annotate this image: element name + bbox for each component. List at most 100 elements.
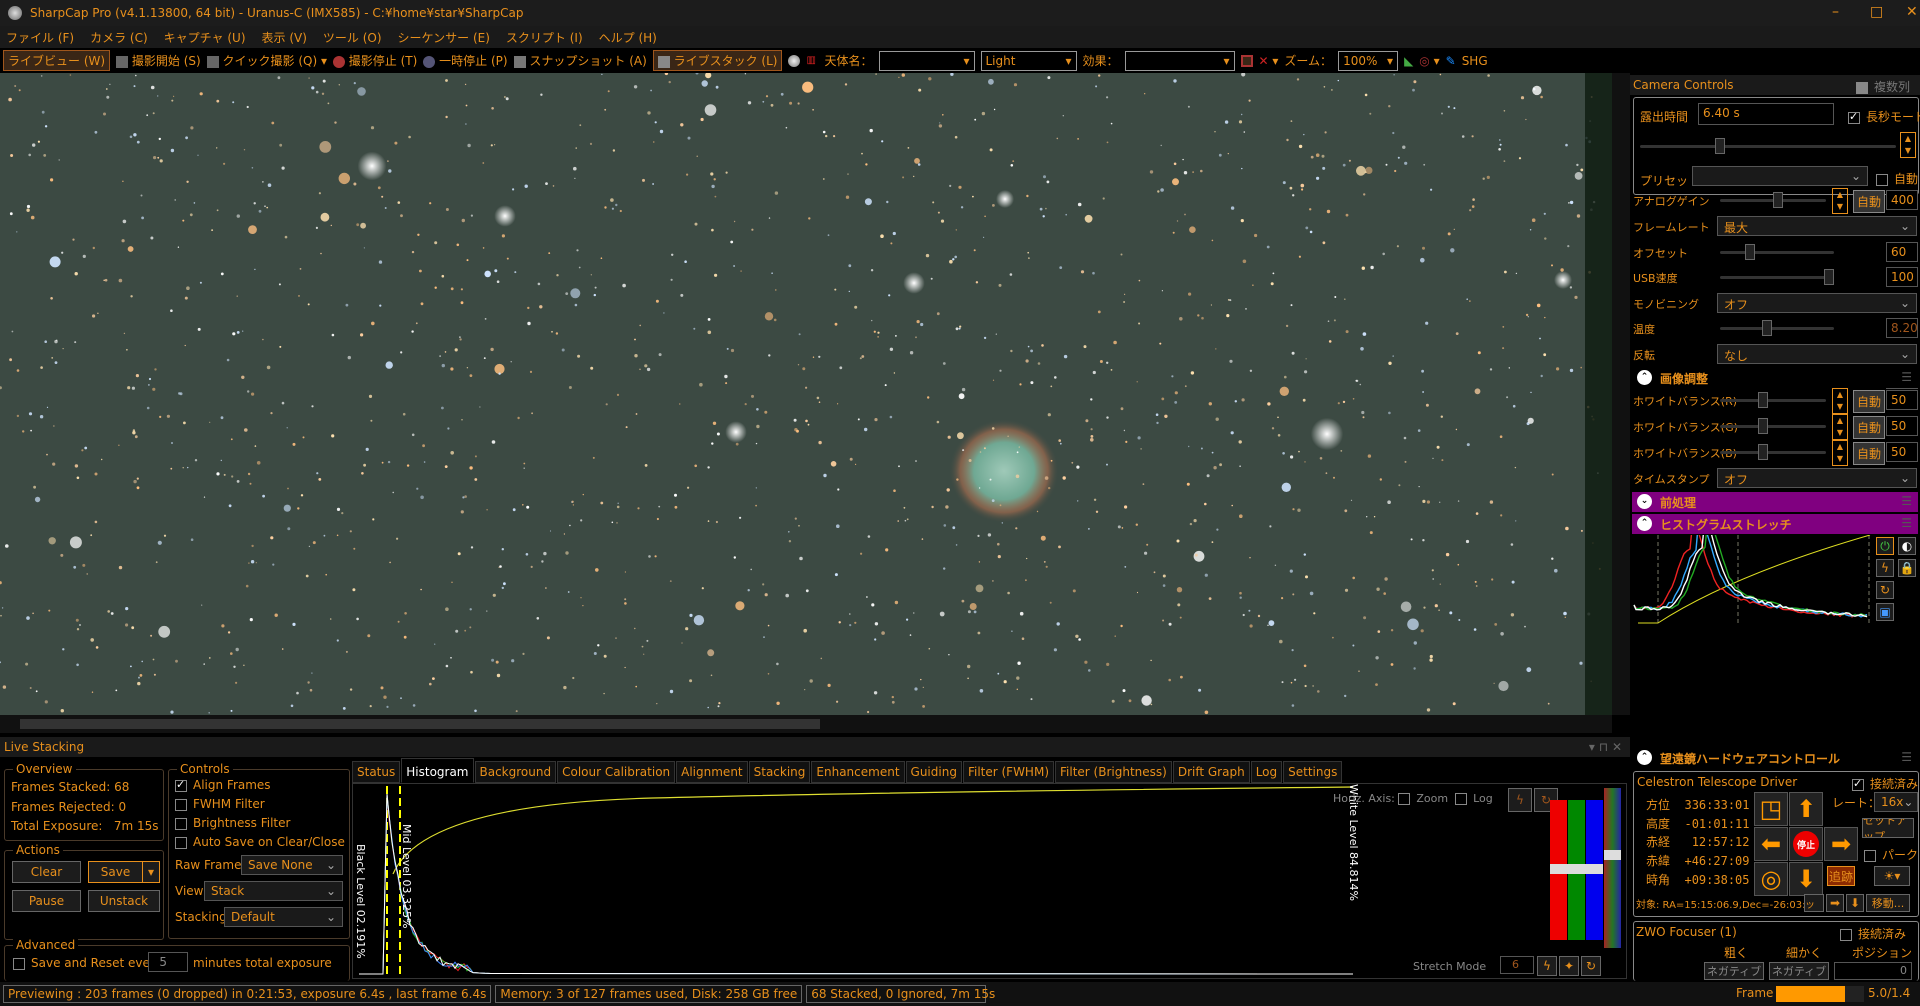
rate-select[interactable]: 16x <box>1874 792 1918 812</box>
telescope-connected-checkbox[interactable]: 接続済み <box>1852 775 1918 792</box>
image-preview[interactable] <box>0 73 1612 715</box>
start-capture-button[interactable]: 撮影開始 (S) <box>116 52 201 69</box>
wb_g-value[interactable]: 50 <box>1886 416 1918 436</box>
minimize-button[interactable]: – <box>1832 4 1839 20</box>
effect-select[interactable]: ▾ <box>1124 50 1235 71</box>
panel-close-icon[interactable]: ▾ ⊓ ✕ <box>1589 740 1622 754</box>
flip-select[interactable]: なし <box>1717 344 1917 364</box>
stop-button[interactable]: 停止 <box>1789 827 1823 861</box>
ini-icon[interactable]: ▥ <box>806 55 818 67</box>
tab-enhancement[interactable]: Enhancement <box>811 761 905 783</box>
zoom-select[interactable]: 100% ▾ <box>1338 50 1399 71</box>
zoom-checkbox[interactable] <box>1398 793 1411 805</box>
multi-column-checkbox[interactable]: 複数列 <box>1874 80 1910 94</box>
preprocess-header[interactable]: ⌄ 前処理 ☰ <box>1632 492 1918 512</box>
wb_b-auto-button[interactable]: 自動 <box>1853 442 1886 465</box>
reset-icon[interactable]: ↻ <box>1876 581 1894 599</box>
fwhm-filter-checkbox[interactable]: FWHM Filter <box>175 797 265 811</box>
preset-auto-checkbox[interactable]: 自動 <box>1876 170 1918 187</box>
clear-button[interactable]: Clear <box>12 861 81 883</box>
gain-spinner[interactable]: ▲ ▼ <box>1832 188 1848 214</box>
fine-negative-button[interactable]: ネガティブ <box>1769 962 1829 980</box>
save-icon[interactable]: ▣ <box>1876 603 1894 621</box>
lightning-icon[interactable]: ϟ <box>1876 559 1894 577</box>
tab-status[interactable]: Status <box>352 761 401 783</box>
binning-select[interactable]: オフ <box>1717 293 1917 313</box>
move-button[interactable]: 移動... <box>1866 894 1910 912</box>
framerate-select[interactable]: 最大 <box>1717 216 1917 236</box>
stop-capture-button[interactable]: 撮影停止 (T) <box>332 52 417 69</box>
stretch-mode-stepper[interactable]: 6 <box>1500 956 1534 974</box>
lightning-icon[interactable]: ϟ <box>1537 956 1557 976</box>
quick-capture-button[interactable]: クイック撮影 (Q) ▾ <box>206 52 327 69</box>
tab-background[interactable]: Background <box>474 761 557 783</box>
tab-histogram[interactable]: Histogram <box>401 758 474 783</box>
live-view-button[interactable]: ライブビュー (W) <box>3 50 111 71</box>
coarse-negative-button[interactable]: ネガティブ <box>1704 962 1764 980</box>
tab-filter-brightness[interactable]: Filter (Brightness) <box>1055 761 1172 783</box>
wb_r-slider[interactable] <box>1720 392 1826 408</box>
lock-icon[interactable]: 🔒 <box>1898 559 1916 577</box>
daylight-select[interactable]: ☀▾ <box>1874 866 1910 886</box>
contrast-icon[interactable]: ◐ <box>1898 537 1916 555</box>
gain-value[interactable]: 400 <box>1886 190 1918 210</box>
exposure-slider[interactable] <box>1640 138 1896 154</box>
menu-help[interactable]: ヘルプ (H) <box>599 29 657 46</box>
wb_b-slider[interactable] <box>1720 444 1826 460</box>
wb_g-spinner[interactable]: ▲ ▼ <box>1832 414 1848 440</box>
gain-slider[interactable] <box>1720 192 1826 208</box>
star-icon[interactable]: ✦ <box>1559 956 1579 976</box>
stretch-histogram[interactable] <box>1632 535 1872 625</box>
south-arrow-button[interactable]: ⬇ <box>1789 862 1823 896</box>
unstack-button[interactable]: Unstack <box>88 890 160 912</box>
focus-icon[interactable]: ◎ ▾ <box>1419 54 1439 68</box>
wb_r-value[interactable]: 50 <box>1886 390 1918 410</box>
reticle-icon[interactable] <box>1240 54 1253 67</box>
snapshot-button[interactable]: スナップショット (A) <box>513 52 647 69</box>
menu-camera[interactable]: カメラ (C) <box>90 29 148 46</box>
wb_r-spinner[interactable]: ▲ ▼ <box>1832 388 1848 414</box>
vertical-scrollbar[interactable] <box>1612 73 1630 715</box>
horizontal-scrollbar[interactable] <box>0 715 1612 733</box>
wb_b-value[interactable]: 50 <box>1886 442 1918 462</box>
level-sliders[interactable] <box>1550 788 1622 948</box>
histogram-icon[interactable]: ◣ <box>1404 54 1413 68</box>
preset-select[interactable] <box>1692 166 1868 186</box>
reset-icon[interactable]: ↻ <box>1581 956 1601 976</box>
frame-type-select[interactable]: Light ▾ <box>980 50 1077 71</box>
menu-capture[interactable]: キャプチャ (U) <box>164 29 246 46</box>
close-button[interactable]: ✕ <box>1906 4 1918 20</box>
focuser-connected-checkbox[interactable]: 接続済み <box>1840 925 1906 942</box>
gain-auto-button[interactable]: 自動 <box>1853 190 1886 213</box>
tab-guiding[interactable]: Guiding <box>905 761 962 783</box>
goto-arrow-button[interactable]: ➡ <box>1826 894 1844 912</box>
pause-button[interactable]: Pause <box>12 890 81 912</box>
wb_g-slider[interactable] <box>1720 418 1826 434</box>
tab-filter-fwhm[interactable]: Filter (FWHM) <box>962 761 1054 783</box>
spiral-search-icon[interactable]: ◳ <box>1754 792 1788 826</box>
west-arrow-button[interactable]: ⬅ <box>1754 827 1788 861</box>
view-select[interactable]: Stack <box>204 881 343 901</box>
minutes-stepper[interactable]: 5 <box>148 952 188 972</box>
wb_g-auto-button[interactable]: 自動 <box>1853 416 1886 439</box>
track-button[interactable]: 追跡 <box>1827 866 1855 886</box>
auto-stretch-icon[interactable]: ϟ <box>1508 788 1532 812</box>
raw-frames-select[interactable]: Save None <box>241 855 343 875</box>
menu-sequencer[interactable]: シーケンサー (E) <box>398 29 490 46</box>
moon-icon[interactable] <box>788 54 801 67</box>
usb-value[interactable]: 100 <box>1886 267 1918 287</box>
pause-button[interactable]: 一時停止 (P) <box>423 52 508 69</box>
tab-colour-calibration[interactable]: Colour Calibration <box>557 761 676 783</box>
brightness-filter-checkbox[interactable]: Brightness Filter <box>175 816 290 830</box>
set-button[interactable]: セット <box>1804 894 1824 912</box>
stacking-select[interactable]: Default <box>224 907 343 927</box>
long-mode-checkbox[interactable]: 長秒モード <box>1848 108 1920 125</box>
menu-file[interactable]: ファイル (F) <box>6 29 74 46</box>
menu-view[interactable]: 表示 (V) <box>262 29 307 46</box>
save-dropdown-button[interactable]: ▾ <box>142 861 160 883</box>
maximize-button[interactable]: □ <box>1870 4 1883 20</box>
offset-value[interactable]: 60 <box>1886 242 1918 262</box>
telescope-header[interactable]: ⌃ 望遠鏡ハードウェアコントロール ☰ <box>1632 748 1918 768</box>
crosshair-icon[interactable]: ✕ ▾ <box>1259 54 1279 68</box>
save-button[interactable]: Save <box>88 861 143 883</box>
